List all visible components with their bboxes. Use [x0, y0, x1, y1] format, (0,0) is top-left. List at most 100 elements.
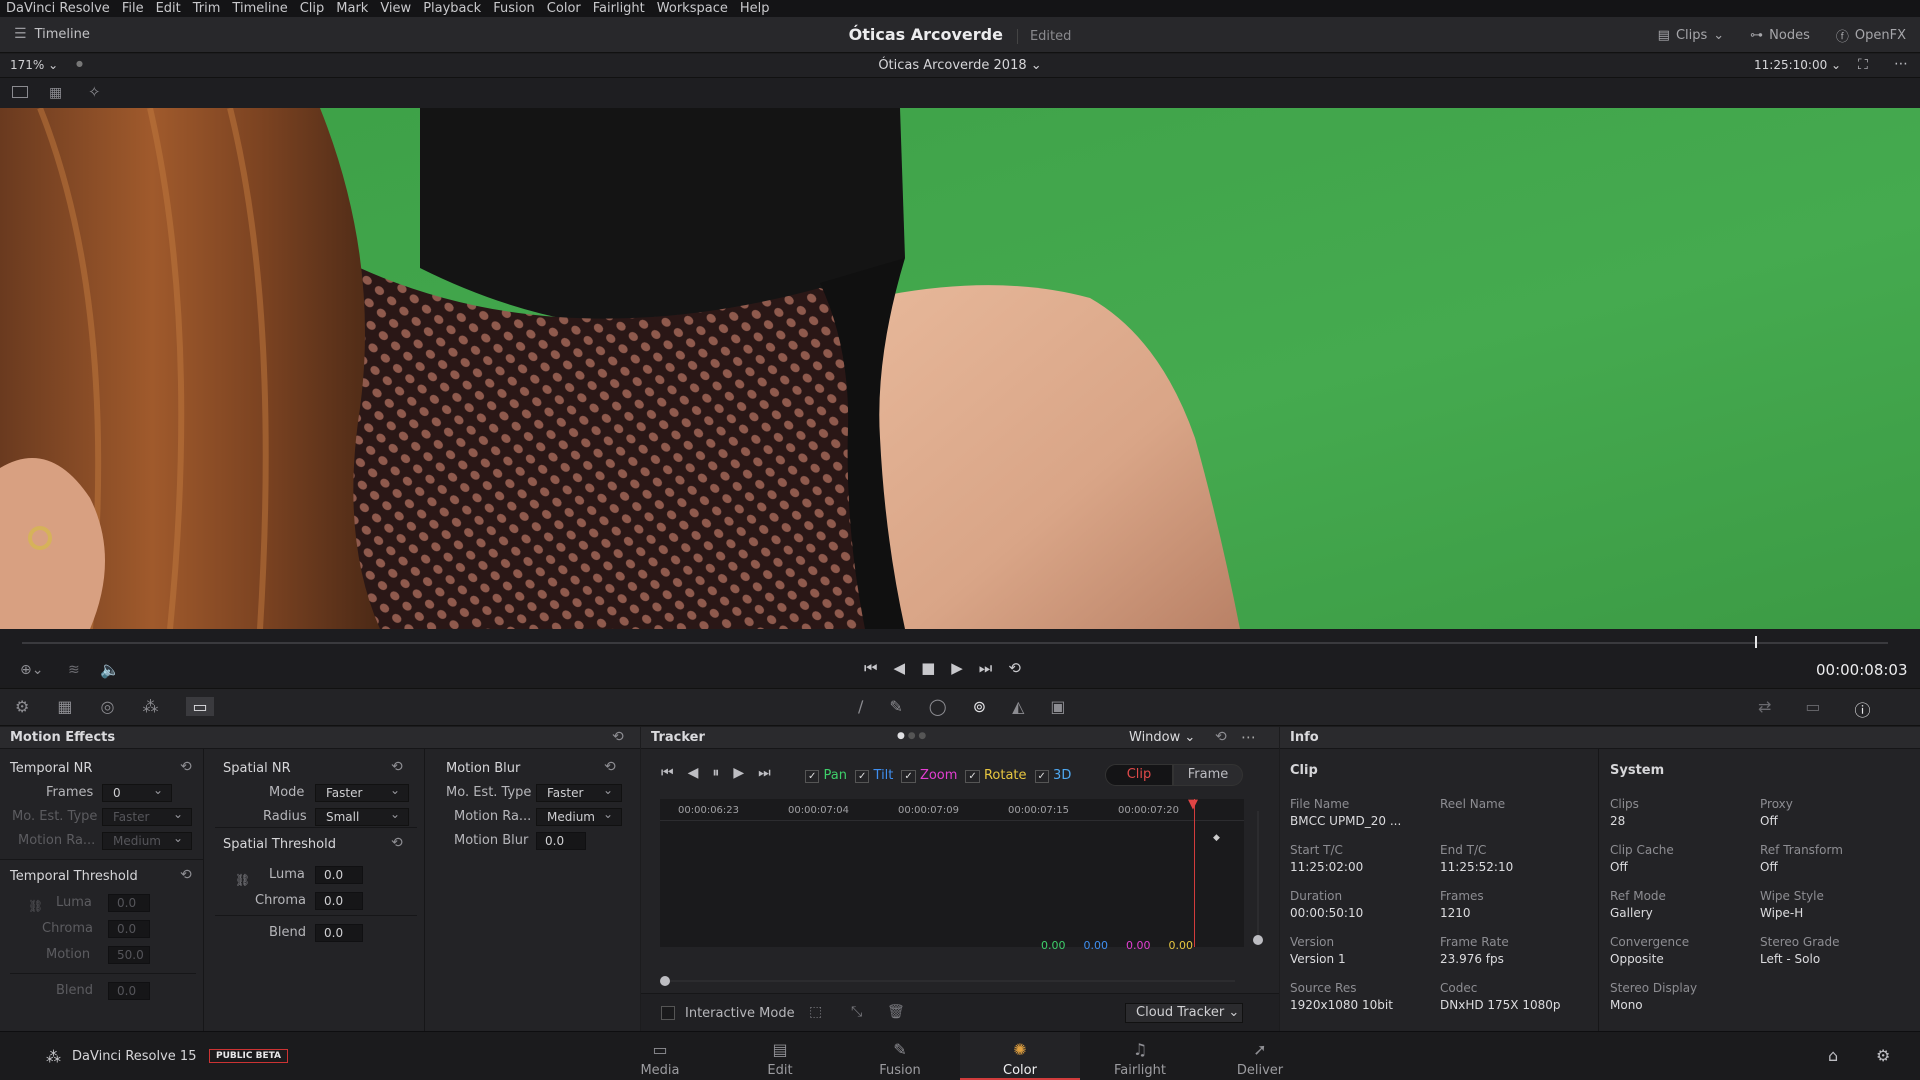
blend-field[interactable]: 0.0 [315, 924, 363, 942]
blur-icon[interactable]: ◭ [1012, 697, 1024, 716]
nodes-button[interactable]: ⊶ Nodes [1750, 28, 1810, 43]
reset-icon[interactable]: ⟲ [180, 759, 192, 775]
rgb-mixer-icon[interactable]: ⁂ [142, 697, 158, 716]
page-tab-color[interactable]: ✺ Color [960, 1032, 1080, 1080]
camera-raw-icon[interactable]: ⚙ [15, 697, 29, 716]
color-match-icon[interactable]: ▦ [57, 697, 72, 716]
sizing-icon[interactable]: ⇄ [1758, 697, 1771, 721]
luma-field[interactable]: 0.0 [315, 866, 363, 884]
key-icon[interactable]: ▣ [1050, 697, 1065, 716]
menu-help[interactable]: Help [734, 1, 776, 16]
skip-start-icon[interactable]: ⏮ [864, 659, 878, 677]
layers-icon[interactable]: ≋ [68, 662, 80, 678]
mode-dropdown[interactable]: Faster [315, 782, 409, 802]
menu-clip[interactable]: Clip [294, 1, 331, 16]
playhead-marker[interactable] [1755, 636, 1757, 648]
page-tab-media[interactable]: ▭ Media [600, 1032, 720, 1080]
source-timecode[interactable]: 11:25:10:00 ⌄ [1754, 58, 1841, 72]
3d-icon[interactable]: ▭ [1805, 697, 1820, 721]
viewer-image[interactable] [0, 108, 1920, 629]
horizontal-zoom-slider[interactable] [665, 980, 1235, 982]
zoom-check[interactable]: ✓ Zoom [901, 768, 957, 783]
volume-icon[interactable]: 🔈 [100, 660, 120, 679]
link-icon[interactable]: ⛓ [235, 873, 250, 887]
curves-icon[interactable]: ∕ [858, 697, 863, 716]
window-icon[interactable]: ◯ [929, 697, 947, 716]
more-icon[interactable]: ⋯ [1241, 728, 1256, 746]
fullscreen-icon[interactable]: ⛶ [1858, 57, 1868, 73]
menu-view[interactable]: View [374, 1, 417, 16]
single-viewer-icon[interactable] [12, 86, 28, 98]
timeline-name[interactable]: Óticas Arcoverde 2018 ⌄ [0, 58, 1920, 73]
clips-button[interactable]: ▤ Clips ⌄ [1658, 28, 1725, 43]
chroma-field[interactable]: 0.0 [108, 920, 150, 938]
magic-wand-icon[interactable]: ✧ [88, 83, 101, 101]
menu-fairlight[interactable]: Fairlight [587, 1, 651, 16]
track-forward-icon[interactable]: ▶ [733, 765, 744, 781]
skip-end-icon[interactable]: ⏭ [979, 659, 993, 677]
loop-icon[interactable]: ⟲ [1008, 659, 1021, 677]
insert-point-icon[interactable]: ⬚ [809, 1004, 822, 1020]
pan-check[interactable]: ✓ Pan [805, 768, 847, 783]
set-point-icon[interactable]: ⤡ [851, 1004, 862, 1020]
page-tab-deliver[interactable]: ➚ Deliver [1200, 1032, 1320, 1080]
more-icon[interactable]: ⋯ [1894, 56, 1908, 72]
motion-range-dropdown[interactable]: Medium [102, 830, 192, 850]
tracker-icon[interactable]: ⊚ [973, 697, 986, 716]
menu-file[interactable]: File [116, 1, 150, 16]
menu-trim[interactable]: Trim [187, 1, 227, 16]
reset-icon[interactable]: ⟲ [391, 759, 403, 775]
qualifier-icon[interactable]: ✎ [889, 697, 902, 716]
menu-workspace[interactable]: Workspace [651, 1, 734, 16]
3d-check[interactable]: ✓ 3D [1034, 768, 1071, 783]
page-tab-fairlight[interactable]: ♫ Fairlight [1080, 1032, 1200, 1080]
menu-edit[interactable]: Edit [150, 1, 187, 16]
vertical-zoom-slider[interactable] [1257, 811, 1259, 939]
vertical-zoom-handle[interactable] [1253, 935, 1263, 945]
track-pause-icon[interactable]: ⏸ [712, 765, 719, 781]
tilt-check[interactable]: ✓ Tilt [855, 768, 893, 783]
menu-color[interactable]: Color [541, 1, 587, 16]
track-last-icon[interactable]: ⏭ [758, 765, 771, 781]
tracker-graph[interactable]: 00:00:06:23 00:00:07:04 00:00:07:09 00:0… [660, 797, 1244, 952]
reset-icon[interactable]: ⟲ [1215, 729, 1227, 745]
track-first-icon[interactable]: ⏮ [661, 765, 674, 781]
mo-est-type-dropdown[interactable]: Faster [536, 782, 622, 802]
rotate-check[interactable]: ✓ Rotate [965, 768, 1027, 783]
interactive-mode-checkbox[interactable] [661, 1006, 675, 1020]
blend-field[interactable]: 0.0 [108, 982, 150, 1000]
info-icon[interactable]: ⓘ [1855, 697, 1871, 721]
chroma-field[interactable]: 0.0 [315, 892, 363, 910]
motion-blur-field[interactable]: 0.0 [536, 832, 586, 850]
stop-icon[interactable]: ■ [921, 659, 935, 677]
motion-field[interactable]: 50.0 [108, 946, 150, 964]
timeline-scrubber[interactable] [22, 642, 1888, 644]
delete-point-icon[interactable]: 🗑 [887, 1004, 905, 1020]
luma-field[interactable]: 0.0 [108, 894, 150, 912]
mo-est-type-dropdown[interactable]: Faster [102, 806, 192, 826]
menu-timeline[interactable]: Timeline [226, 1, 293, 16]
tracker-playhead[interactable] [1194, 799, 1195, 947]
clip-toggle[interactable]: Clip [1105, 764, 1173, 786]
motion-range-dropdown[interactable]: Medium [536, 806, 622, 826]
horizontal-zoom-handle[interactable] [660, 976, 670, 986]
radius-dropdown[interactable]: Small [315, 806, 409, 826]
openfx-button[interactable]: ⓕ OpenFX [1836, 26, 1906, 45]
motion-effects-icon[interactable]: ▭ [186, 697, 214, 716]
reset-icon[interactable]: ⟲ [180, 867, 192, 883]
reset-icon[interactable]: ⟲ [391, 835, 403, 851]
color-wheels-icon[interactable]: ◎ [100, 697, 114, 716]
settings-gear-icon[interactable]: ⚙ [1876, 1046, 1890, 1065]
link-icon[interactable]: ⛓ [28, 899, 43, 913]
tracker-mode-dropdown[interactable]: Window ⌄ [1129, 730, 1195, 745]
reset-icon[interactable]: ⟲ [604, 759, 616, 775]
frame-toggle[interactable]: Frame [1173, 764, 1243, 786]
home-icon[interactable]: ⌂ [1828, 1046, 1838, 1065]
viewer-mode-icon[interactable]: ⊕⌄ [20, 662, 43, 678]
menu-app[interactable]: DaVinci Resolve [0, 1, 116, 16]
play-reverse-icon[interactable]: ◀ [894, 659, 906, 677]
menu-playback[interactable]: Playback [417, 1, 487, 16]
menu-mark[interactable]: Mark [330, 1, 374, 16]
gallery-grid-icon[interactable]: ▦ [49, 85, 62, 101]
menu-fusion[interactable]: Fusion [487, 1, 541, 16]
